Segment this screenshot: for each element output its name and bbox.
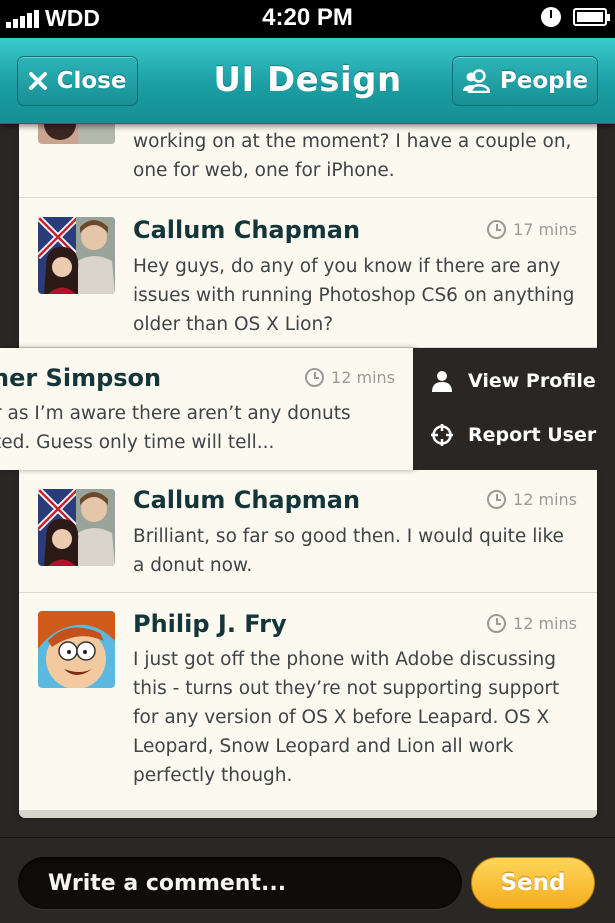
alarm-clock-icon — [541, 7, 561, 27]
avatar[interactable] — [38, 217, 115, 294]
message-line: Brilliant, so far so good then. I would … — [133, 526, 564, 547]
timestamp: 12 mins — [487, 490, 577, 509]
swipe-actions-panel: View Profile Report User — [413, 348, 615, 470]
author-name[interactable]: ner Simpson — [0, 364, 161, 392]
swiped-message-row[interactable]: ner Simpson 12 mins r as I’m aware there… — [0, 348, 615, 470]
clock-icon — [305, 368, 325, 387]
author-name[interactable]: Callum Chapman — [133, 486, 360, 514]
timestamp: 17 mins — [487, 220, 577, 239]
comment-bar: Send — [0, 837, 615, 923]
message-line: a donut now. — [133, 555, 253, 576]
timestamp-text: 12 mins — [513, 490, 577, 509]
crosshair-icon — [431, 424, 453, 446]
people-button[interactable]: People — [452, 56, 598, 106]
report-user-label: Report User — [468, 424, 597, 446]
clock-icon — [487, 220, 507, 239]
user-icon — [432, 371, 452, 392]
message-line: Hey guys, do any of you know if there ar… — [133, 256, 561, 277]
battery-icon — [573, 8, 610, 26]
message-card: working on at the moment? I have a coupl… — [19, 124, 597, 198]
clock-icon — [487, 614, 507, 633]
timestamp: 12 mins — [305, 368, 395, 387]
avatar[interactable] — [38, 489, 115, 566]
avatar — [38, 124, 115, 144]
message-text: working on at the moment? I have a coupl… — [133, 127, 583, 185]
status-indicators — [541, 7, 610, 27]
message-line: issues with running Photoshop CS6 on any… — [133, 285, 575, 306]
message-text: Hey guys, do any of you know if there ar… — [133, 252, 583, 339]
message-line: one for web, one for iPhone. — [133, 160, 395, 181]
timestamp-text: 12 mins — [331, 368, 395, 387]
comment-input[interactable] — [18, 857, 462, 909]
message-line: Leopard, Snow Leopard and Lion all work — [133, 736, 514, 757]
send-button[interactable]: Send — [471, 857, 595, 909]
message-line: working on at the moment? I have a coupl… — [133, 131, 572, 152]
feed-edge — [19, 810, 597, 818]
navigation-bar: Close UI Design People — [0, 38, 615, 124]
view-profile-label: View Profile — [468, 370, 596, 392]
message-card[interactable]: Philip J. Fry 12 mins I just got off the… — [19, 593, 597, 814]
message-text: r as I’m aware there aren’t any donuts t… — [0, 399, 413, 457]
message-card[interactable]: Callum Chapman 12 mins Brilliant, so far… — [19, 470, 597, 593]
message-text: I just got off the phone with Adobe disc… — [133, 645, 583, 790]
timestamp: 12 mins — [487, 614, 577, 633]
timestamp-text: 12 mins — [513, 614, 577, 633]
clock-icon — [487, 490, 507, 509]
status-bar: WDD 4:20 PM — [0, 0, 615, 38]
status-time: 4:20 PM — [262, 4, 353, 31]
message-line: I just got off the phone with Adobe disc… — [133, 649, 556, 670]
author-name[interactable]: Philip J. Fry — [133, 610, 287, 638]
message-line: for any version of OS X before Leapard. … — [133, 707, 550, 728]
view-profile-button[interactable]: View Profile — [431, 370, 596, 392]
message-line: older than OS X Lion? — [133, 314, 334, 335]
message-line: perfectly though. — [133, 765, 293, 786]
message-text: Brilliant, so far so good then. I would … — [133, 522, 583, 580]
message-card[interactable]: Callum Chapman 17 mins Hey guys, do any … — [19, 198, 597, 348]
people-icon — [462, 69, 490, 93]
avatar[interactable] — [38, 611, 115, 688]
report-user-button[interactable]: Report User — [431, 424, 596, 446]
message-line: ted. Guess only time will tell... — [0, 432, 275, 453]
message-line: r as I’m aware there aren’t any donuts — [0, 403, 351, 424]
message-card[interactable]: ner Simpson 12 mins r as I’m aware there… — [0, 348, 413, 470]
author-name[interactable]: Callum Chapman — [133, 216, 360, 244]
timestamp-text: 17 mins — [513, 220, 577, 239]
message-line: this - turns out they’re not supporting … — [133, 678, 560, 699]
people-label: People — [499, 68, 589, 94]
